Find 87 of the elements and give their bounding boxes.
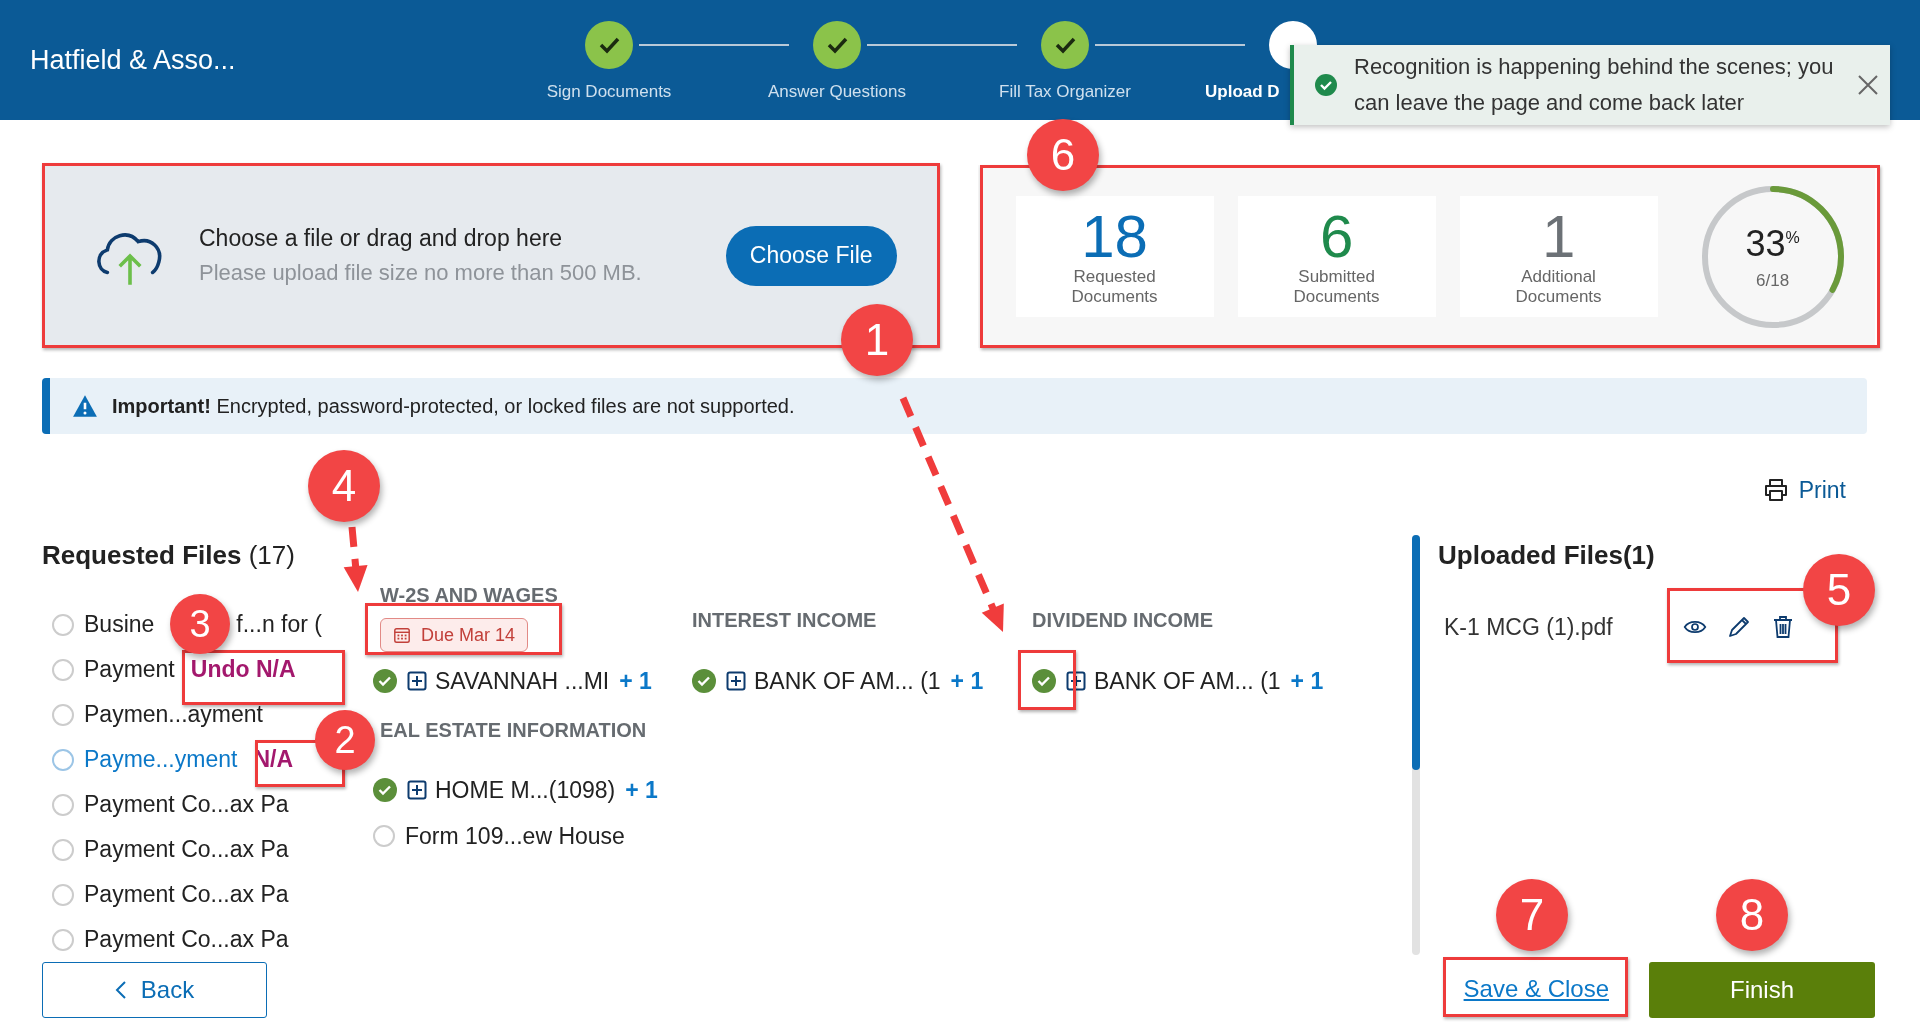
- file-item[interactable]: Payment: [84, 656, 175, 683]
- print-button[interactable]: Print: [1756, 470, 1852, 510]
- step-done-icon: [585, 21, 633, 69]
- upload-title: Choose a file or drag and drop here: [199, 225, 564, 252]
- due-date-badge: Due Mar 14: [380, 618, 529, 652]
- check-icon: [692, 669, 716, 693]
- file-item[interactable]: BANK OF AM... (1: [1094, 667, 1281, 695]
- toast-message: Recognition is happening behind the scenes; you can leave the page and come back later: [1354, 53, 1835, 117]
- file-item[interactable]: Payment Co...ax Pa: [84, 926, 289, 953]
- stat-value: 18: [1081, 206, 1148, 267]
- file-item[interactable]: Busine: [84, 611, 155, 638]
- callout-badge: 3: [170, 594, 230, 654]
- callout-badge: 4: [308, 450, 380, 522]
- file-item[interactable]: Paymen...ayment: [84, 701, 263, 728]
- section-heading: Uploaded Files(1): [1438, 539, 1656, 572]
- radio-button[interactable]: [52, 928, 74, 951]
- progress-count: 6/18: [1756, 270, 1790, 291]
- progress-percent: 33$^{%}$: [1745, 222, 1800, 265]
- check-icon: [373, 778, 397, 802]
- radio-button[interactable]: [52, 793, 74, 816]
- stat-value: 6: [1319, 206, 1354, 267]
- printer-icon: [1762, 478, 1789, 502]
- radio-button[interactable]: [52, 883, 74, 906]
- callout-badge: 1: [841, 304, 913, 376]
- check-icon: [373, 669, 397, 693]
- callout-badge: 2: [315, 710, 375, 770]
- trash-icon[interactable]: [1771, 615, 1795, 639]
- na-button[interactable]: Undo N/A: [190, 656, 296, 683]
- radio-button[interactable]: [52, 613, 74, 636]
- expand-icon[interactable]: [1066, 671, 1086, 691]
- back-button[interactable]: Back: [42, 962, 267, 1018]
- file-item[interactable]: Payme...yment: [84, 746, 238, 773]
- section-heading: Requested Files (17): [42, 539, 295, 572]
- more-count[interactable]: + 1: [625, 776, 658, 804]
- save-close-link[interactable]: Save & Close: [1463, 975, 1609, 1003]
- callout-badge: 8: [1716, 879, 1788, 951]
- stat-value: 1: [1541, 206, 1576, 267]
- step-label[interactable]: Answer Questions: [768, 82, 906, 102]
- scrollbar[interactable]: [1412, 535, 1420, 955]
- expand-icon[interactable]: [726, 671, 746, 691]
- calendar-icon: [393, 626, 411, 644]
- brand-name: Hatfield & Asso...: [30, 45, 237, 76]
- chevron-left-icon: [114, 980, 127, 1000]
- step-done-icon: [813, 21, 861, 69]
- upload-hint: Please upload file size no more than 500 MB.: [199, 260, 643, 286]
- radio-button[interactable]: [52, 658, 74, 681]
- file-item[interactable]: BANK OF AM... (1: [754, 667, 941, 695]
- warning-icon: [72, 394, 98, 418]
- check-icon: [1032, 669, 1056, 693]
- radio-button[interactable]: [52, 748, 74, 771]
- more-count[interactable]: + 1: [1290, 667, 1324, 695]
- highlight-frame: [1018, 650, 1076, 710]
- file-item[interactable]: Payment Co...ax Pa: [84, 791, 289, 818]
- step-done-icon: [1041, 21, 1089, 69]
- step-label[interactable]: Upload D: [1205, 82, 1280, 102]
- more-count[interactable]: + 1: [619, 667, 652, 695]
- step-label[interactable]: Sign Documents: [546, 82, 672, 102]
- stat-label: Requested Documents: [1070, 266, 1159, 307]
- pencil-icon[interactable]: [1727, 615, 1751, 639]
- file-item[interactable]: SAVANNAH ...MI: [435, 667, 610, 695]
- expand-icon[interactable]: [407, 780, 427, 800]
- category-heading: INTEREST INCOME: [692, 608, 877, 633]
- category-heading: DIVIDEND INCOME: [1032, 608, 1214, 633]
- check-icon: [1314, 73, 1338, 97]
- close-icon[interactable]: [1856, 73, 1880, 97]
- category-heading: W-2S AND WAGES: [380, 583, 558, 608]
- file-item[interactable]: Payment Co...ax Pa: [84, 881, 289, 908]
- more-count[interactable]: + 1: [950, 667, 984, 695]
- file-item[interactable]: Payment Co...ax Pa: [84, 836, 289, 863]
- notice-text: Important! Encrypted, password-protected, or locked files are not supported.: [112, 394, 795, 418]
- callout-badge: 7: [1496, 879, 1568, 951]
- file-item[interactable]: Form 109...ew House: [405, 822, 625, 850]
- callout-badge: 5: [1803, 554, 1875, 626]
- expand-icon[interactable]: [407, 671, 427, 691]
- choose-file-button[interactable]: Choose File: [725, 225, 897, 286]
- radio-button[interactable]: [52, 838, 74, 861]
- category-heading: EAL ESTATE INFORMATION: [380, 718, 647, 743]
- stat-label: Additional Documents: [1514, 266, 1603, 307]
- radio-button[interactable]: [373, 825, 395, 847]
- stat-label: Submitted Documents: [1292, 266, 1381, 307]
- step-label[interactable]: Fill Tax Organizer: [999, 82, 1131, 102]
- file-item[interactable]: HOME M...(1098): [435, 776, 616, 804]
- radio-button[interactable]: [52, 703, 74, 726]
- dashed-arrow: [343, 526, 368, 592]
- finish-button[interactable]: Finish: [1649, 962, 1875, 1018]
- uploaded-file-name: K-1 MCG (1).pdf: [1444, 613, 1614, 641]
- file-item[interactable]: f...n for (: [236, 611, 322, 638]
